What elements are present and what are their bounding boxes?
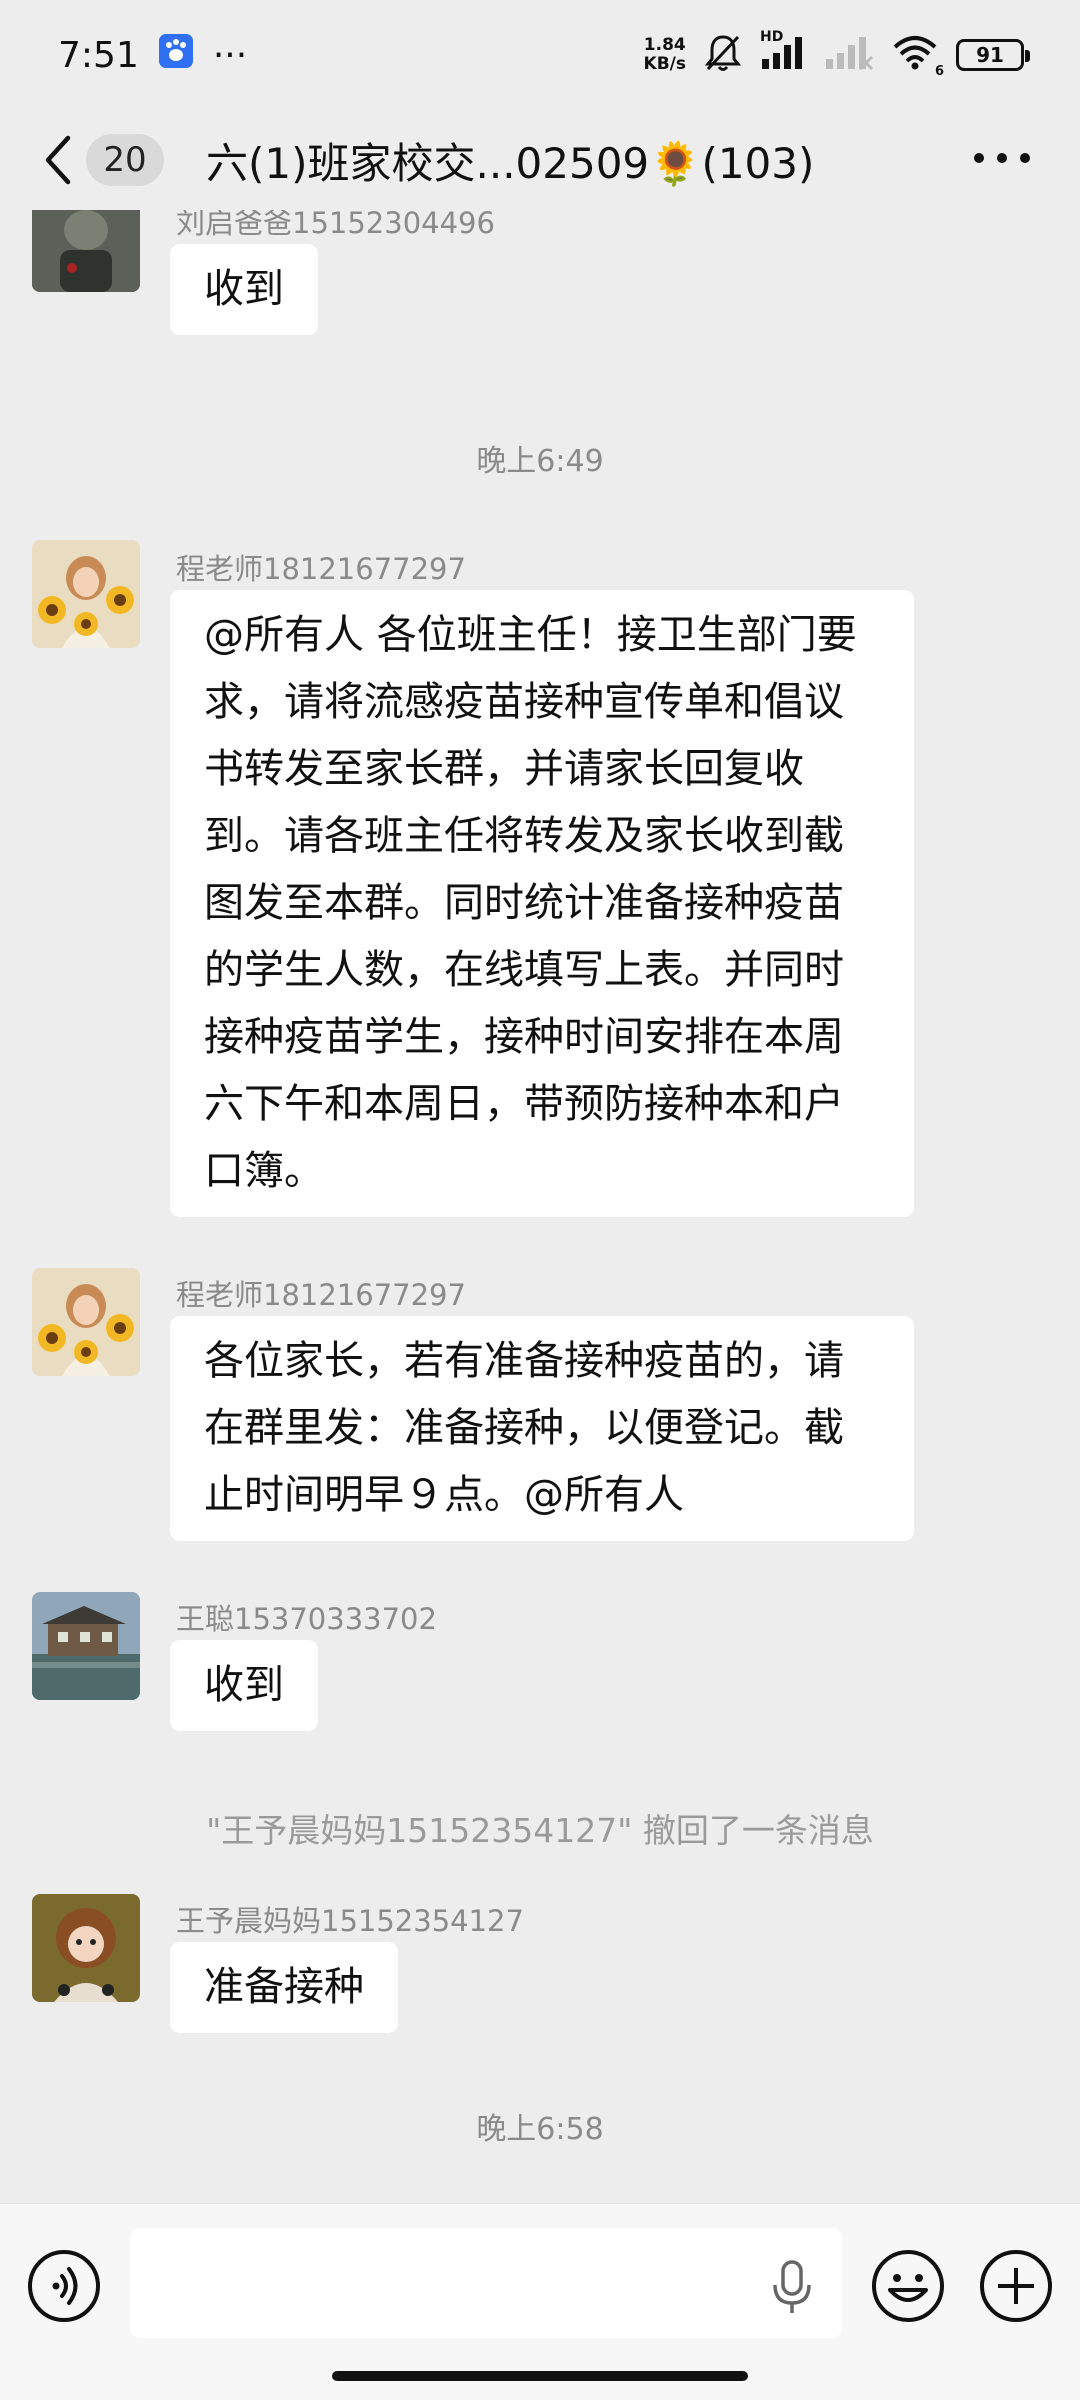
signal-weak-icon [824,35,874,75]
more-dot [997,153,1007,163]
status-right: 1.84 KB/s HD 6 91 [644,29,1030,79]
status-more-indicator: ··· [212,34,248,76]
message-bubble[interactable]: 准备接种 [170,1942,398,2033]
sender-name: 程老师18121677297 [176,552,466,586]
back-button[interactable] [40,132,76,188]
status-time: 7:51 [58,34,139,76]
bell-muted-icon [704,33,742,77]
emoji-icon [872,2250,944,2322]
more-dots-icon [974,153,984,163]
avatar-image [32,540,140,648]
network-speed-value: 1.84 [643,35,686,55]
network-speed: 1.84 KB/s [644,36,686,74]
message-bubble[interactable]: 收到 [170,244,318,335]
avatar[interactable] [32,210,140,292]
voice-icon [28,2250,100,2322]
avatar[interactable] [32,1592,140,1700]
avatar-image [32,1894,140,2002]
time-separator: 晚上6:58 [476,2112,604,2147]
avatar[interactable] [32,540,140,648]
chevron-left-icon [45,135,71,185]
plus-icon [980,2250,1052,2322]
message-list[interactable]: 刘启爸爸15152304496 收到 晚上6:49 程老师18121677297… [0,210,1080,2203]
battery-indicator: 91 [956,39,1030,71]
chat-header: 20 六(1)班家校交...02509🌻(103) [0,110,1080,210]
sender-name: 刘启爸爸15152304496 [176,210,495,240]
wifi-icon: 6 [892,35,944,79]
battery-level: 91 [976,43,1004,67]
more-functions-button[interactable] [978,2248,1054,2324]
more-options-button[interactable] [974,146,1030,170]
avatar-image [32,1268,140,1376]
recall-notice: "王予晨妈妈15152354127" 撤回了一条消息 [206,1811,874,1850]
input-bar [0,2203,1080,2400]
status-left: 7:51 ··· [58,33,248,77]
message-input[interactable] [130,2228,842,2338]
chat-title[interactable]: 六(1)班家校交...02509🌻(103) [206,130,814,191]
microphone-button[interactable] [770,2259,814,2315]
avatar[interactable] [32,1894,140,2002]
time-separator: 晚上6:49 [476,444,604,479]
paw-app-icon [158,33,193,77]
avatar-image [32,1592,140,1700]
sender-name: 王聪15370333702 [176,1602,437,1636]
emoji-button[interactable] [870,2248,946,2324]
signal-strength-icon: HD [760,29,806,75]
network-hd-label: HD [760,29,784,45]
sender-name: 程老师18121677297 [176,1278,466,1312]
more-dot [1020,153,1030,163]
message-bubble[interactable]: 各位家长，若有准备接种疫苗的，请在群里发：准备接种，以便登记。截止时间明早９点。… [170,1316,914,1541]
sender-name: 王予晨妈妈15152354127 [176,1904,524,1938]
avatar[interactable] [32,1268,140,1376]
network-speed-unit: KB/s [643,54,686,74]
wifi-standard-label: 6 [934,64,944,79]
unread-count: 20 [103,140,147,180]
voice-mode-button[interactable] [26,2248,102,2324]
avatar-image [32,210,140,292]
home-indicator[interactable] [332,2371,748,2381]
unread-count-badge[interactable]: 20 [86,134,164,186]
microphone-icon [773,2260,811,2313]
message-bubble[interactable]: @所有人 各位班主任！接卫生部门要求，请将流感疫苗接种宣传单和倡议书转发至家长群… [170,590,914,1217]
message-bubble[interactable]: 收到 [170,1640,318,1731]
status-bar: 7:51 ··· 1.84 KB/s HD 6 91 [0,0,1080,110]
